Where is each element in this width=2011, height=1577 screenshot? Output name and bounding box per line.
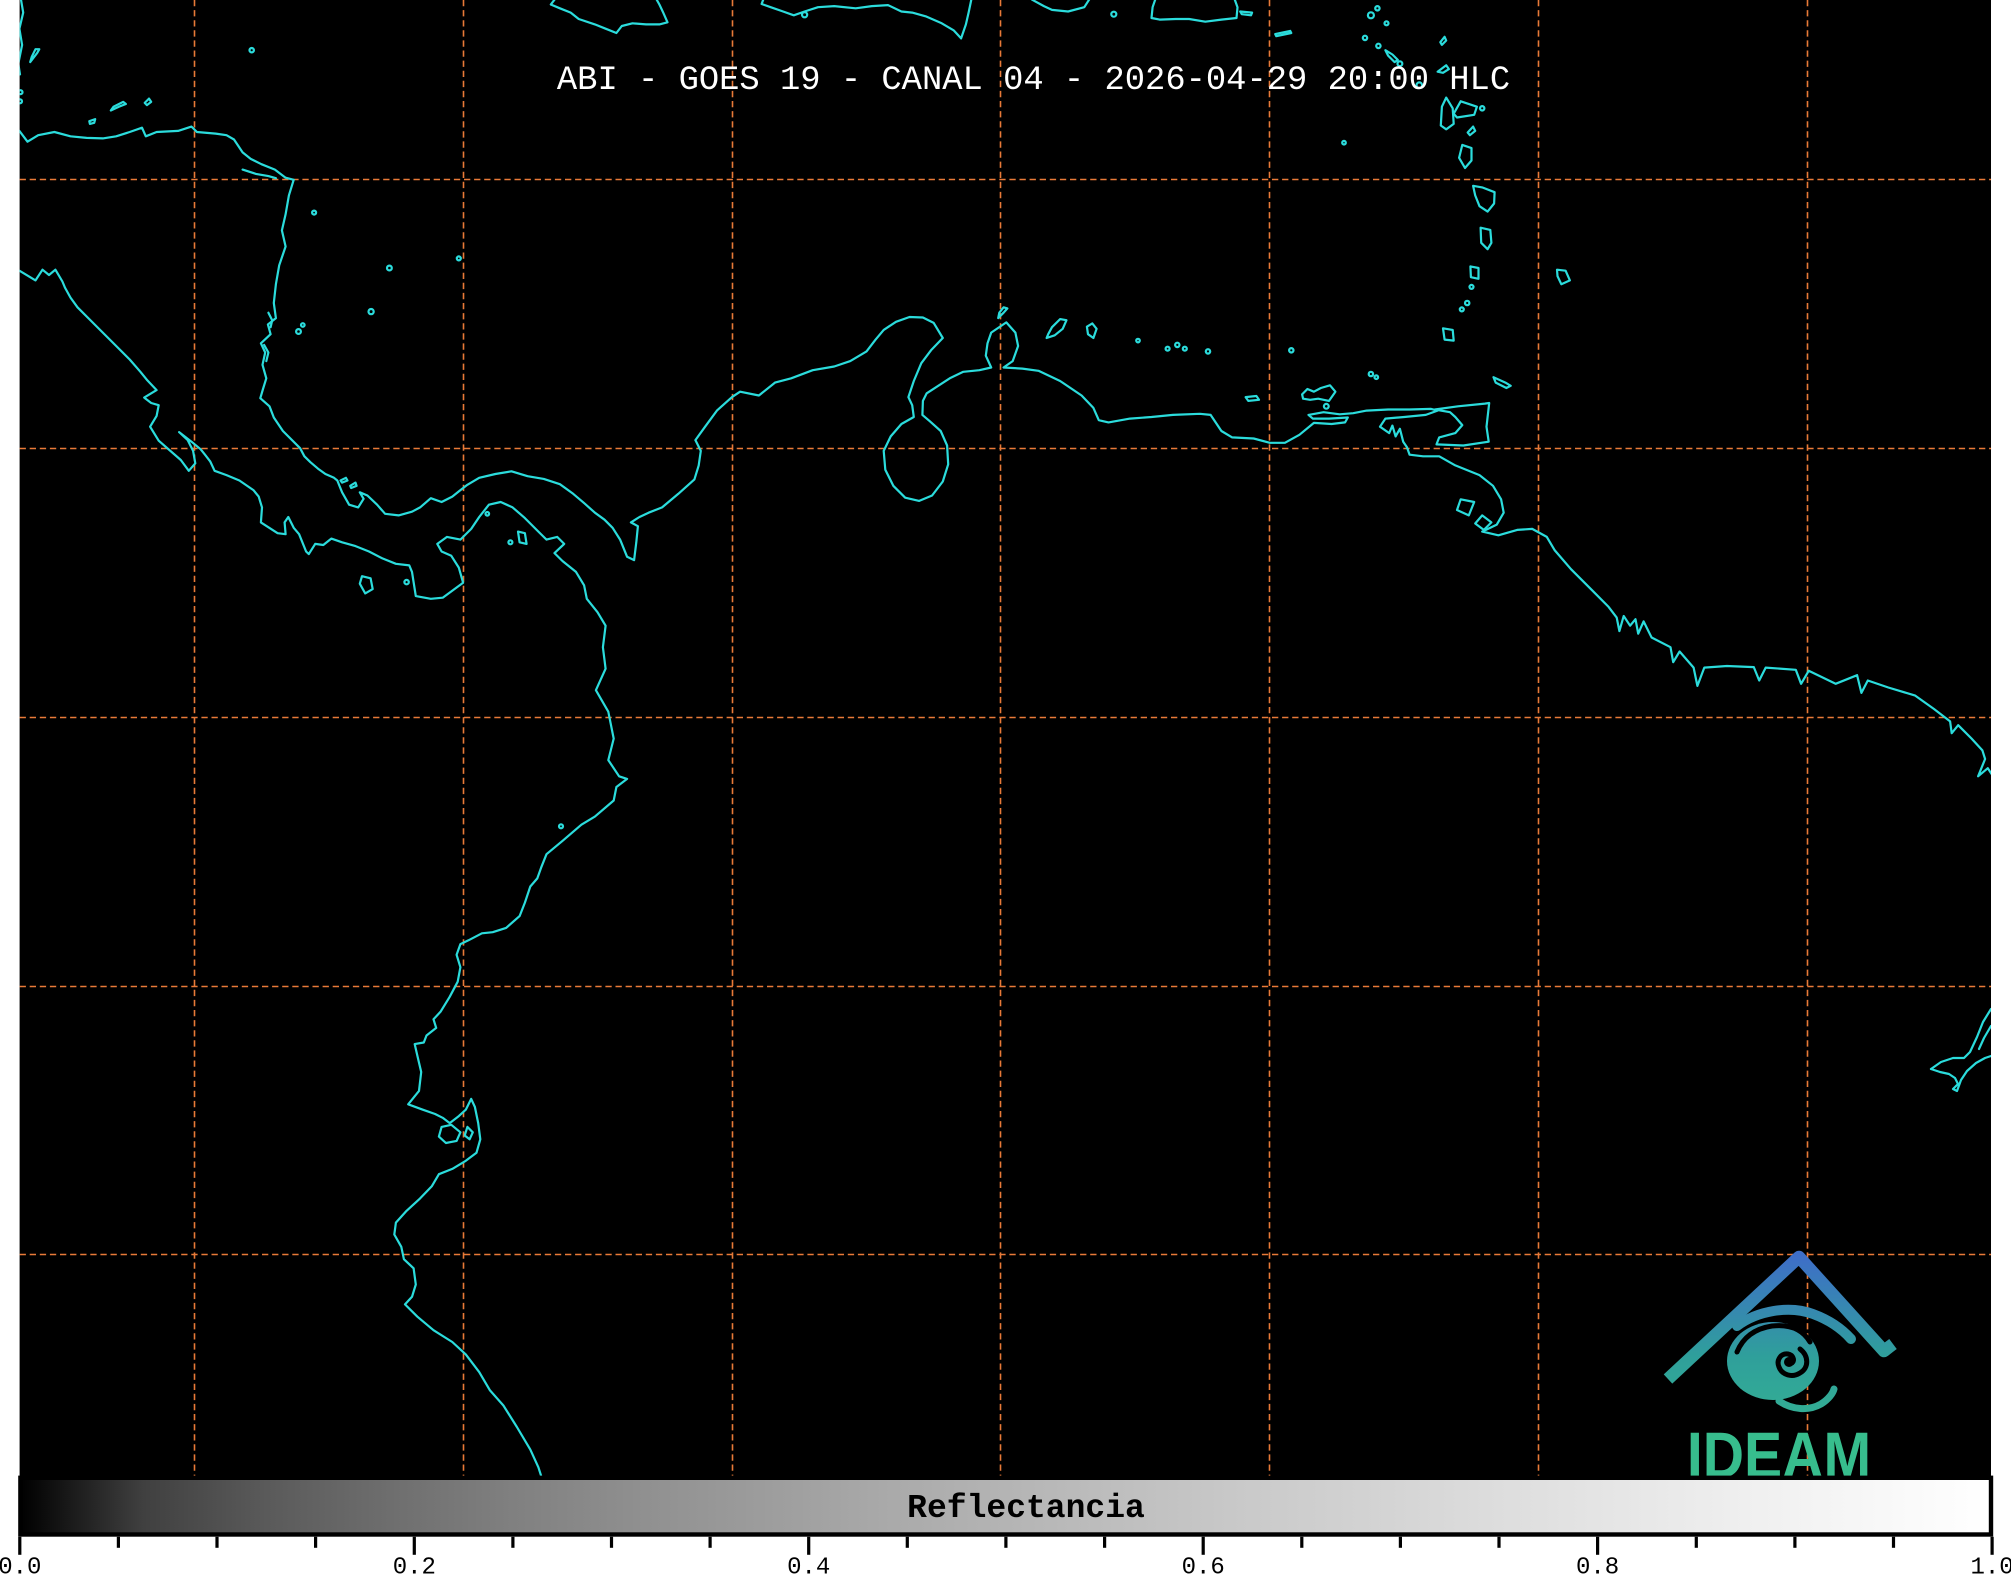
svg-text:0.0: 0.0 [0, 1555, 41, 1577]
svg-text:0.8: 0.8 [1576, 1555, 1619, 1577]
svg-text:ABI - GOES 19 - CANAL 04 - 202: ABI - GOES 19 - CANAL 04 - 2026-04-29 20… [557, 62, 1510, 100]
svg-text:1.0: 1.0 [1970, 1555, 2011, 1577]
svg-text:Reflectancia: Reflectancia [907, 1490, 1145, 1527]
svg-text:0.6: 0.6 [1182, 1555, 1225, 1577]
svg-text:0.4: 0.4 [787, 1555, 830, 1577]
svg-text:0.2: 0.2 [393, 1555, 436, 1577]
